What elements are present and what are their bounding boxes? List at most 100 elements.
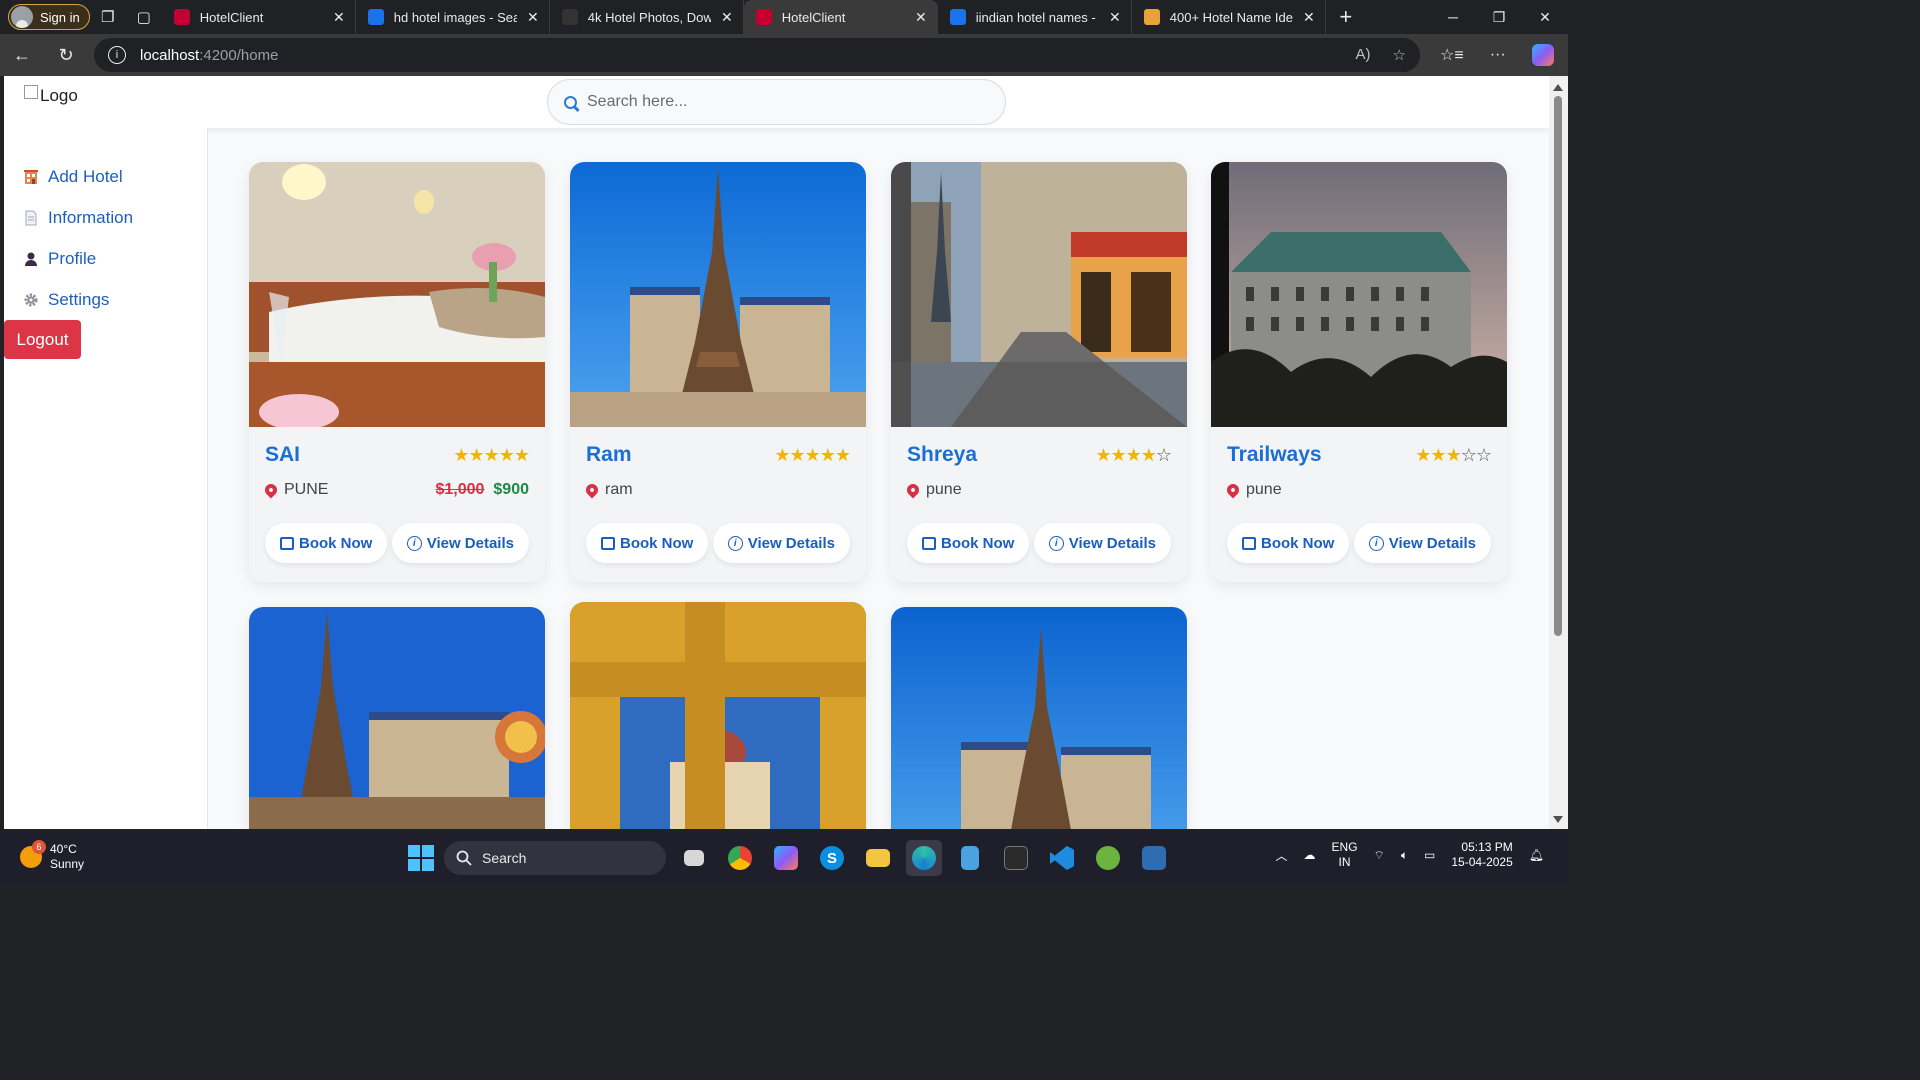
button-label: View Details [747,534,835,552]
minimize-icon[interactable]: ─ [1430,9,1476,26]
edge-icon[interactable] [906,840,942,876]
start-button[interactable] [408,845,434,871]
hotel-image[interactable] [249,162,545,427]
tab-title: 400+ Hotel Name Ideas [1169,9,1294,25]
book-now-button[interactable]: Book Now [1227,523,1350,563]
location-text: ram [605,481,633,498]
logo[interactable]: Logo [24,85,78,106]
scroll-up-icon[interactable] [1553,84,1563,91]
browser-tab[interactable]: iindian hotel names - Se ✕ [938,0,1132,34]
sidebar-item-settings[interactable]: Settings [4,279,207,320]
book-now-button[interactable]: Book Now [907,523,1030,563]
book-now-button[interactable]: Book Now [586,523,709,563]
new-tab-button[interactable]: + [1326,4,1366,30]
hotel-name[interactable]: Trailways [1227,443,1322,467]
file-explorer-icon[interactable] [860,840,896,876]
tab-favicon-icon [755,9,772,25]
button-label: Book Now [941,534,1015,552]
browser-tab[interactable]: HotelClient ✕ [162,0,356,34]
sidebar-item-add-hotel[interactable]: Add Hotel [4,156,207,197]
scroll-down-icon[interactable] [1553,816,1563,823]
wifi-icon[interactable]: ⌔ [1374,848,1385,863]
chrome-icon[interactable] [722,840,758,876]
taskbar-search[interactable]: Search [444,841,666,875]
tab-close-icon[interactable]: ✕ [915,9,927,26]
copilot-icon[interactable] [1531,44,1554,66]
scroll-thumb[interactable] [1554,96,1562,636]
spring-tool-icon[interactable] [1090,840,1126,876]
address-bar: ← ↻ i localhost:4200/home A) ☆ ☆≡ ··· [0,34,1568,76]
tab-close-icon[interactable]: ✕ [333,9,345,26]
gear-icon [23,292,39,308]
map-pin-icon [583,481,601,499]
remote-desktop-icon[interactable] [1136,840,1172,876]
tab-close-icon[interactable]: ✕ [1109,9,1121,26]
battery-icon[interactable]: ▭ [1424,848,1435,862]
copilot-app-icon[interactable] [768,840,804,876]
sidebar-item-information[interactable]: Information [4,197,207,238]
view-details-button[interactable]: i View Details [1033,523,1171,563]
browser-tab[interactable]: HotelClient ✕ [743,0,938,34]
notepad-icon[interactable] [952,840,988,876]
more-menu-icon[interactable]: ··· [1490,46,1506,64]
view-details-button[interactable]: i View Details [391,523,529,563]
onedrive-icon[interactable]: ☁ [1304,848,1316,862]
browser-tab[interactable]: hd hotel images - Search ✕ [356,0,550,34]
tab-close-icon[interactable]: ✕ [721,9,733,26]
hotel-image[interactable] [249,607,545,829]
calendar-icon [922,536,936,550]
logout-button[interactable]: Logout [4,320,81,359]
hotel-name[interactable]: SAI [265,443,300,467]
star-rating: ★★★☆☆ [1415,444,1492,465]
weather-widget[interactable]: 6 40°C Sunny [20,840,85,872]
view-details-button[interactable]: i View Details [712,523,850,563]
hotel-card: Trailways ★★★☆☆ pune Book Now i View Deta… [1211,162,1507,582]
hotel-image[interactable] [891,607,1187,829]
skype-icon[interactable]: S [814,840,850,876]
hotel-name[interactable]: Shreya [907,443,977,467]
page-scrollbar[interactable] [1549,76,1568,829]
system-tray: ︿ ☁ ENG IN ⌔ 🔈︎ ▭ 05:13 PM 15-04-2025 🔔︎ [1276,840,1544,870]
hotel-image[interactable] [1211,162,1507,427]
clock[interactable]: 05:13 PM 15-04-2025 [1451,840,1512,870]
volume-icon[interactable]: 🔈︎ [1401,848,1408,863]
book-now-button[interactable]: Book Now [265,523,388,563]
weather-desc: Sunny [50,857,85,871]
browser-tab[interactable]: 4k Hotel Photos, Download ✕ [550,0,744,34]
tab-title: hd hotel images - Search [393,9,518,25]
info-icon: i [406,535,422,551]
sidebar-item-profile[interactable]: Profile [4,238,207,279]
info-icon: i [727,535,743,551]
hotel-image[interactable] [891,162,1187,427]
favorite-star-icon[interactable]: ☆ [1393,46,1406,64]
task-view-icon[interactable] [676,840,712,876]
search-bar[interactable] [547,79,1006,125]
notifications-icon[interactable]: 🔔︎ [1529,848,1544,862]
browser-tab[interactable]: 400+ Hotel Name Ideas ✕ [1132,0,1326,34]
site-info-icon[interactable]: i [108,46,126,64]
hotel-name[interactable]: Ram [586,443,632,467]
hotel-image[interactable] [570,162,866,427]
close-window-icon[interactable]: ✕ [1522,9,1568,26]
notification-badge: 6 [32,840,46,854]
vscode-icon[interactable] [1044,840,1080,876]
search-input[interactable] [587,93,967,111]
tab-actions-icon[interactable]: ▢ [126,3,162,31]
signin-button[interactable]: Sign in [8,4,90,30]
hotel-image[interactable] [570,602,866,829]
favorites-icon[interactable]: ☆≡ [1440,45,1464,65]
refresh-icon[interactable]: ↻ [44,45,88,66]
tab-close-icon[interactable]: ✕ [527,9,539,26]
view-details-button[interactable]: i View Details [1353,523,1491,563]
back-icon[interactable]: ← [0,45,44,66]
hotel-card [570,602,866,829]
chevron-up-icon[interactable]: ︿ [1276,847,1288,864]
url-field[interactable]: i localhost:4200/home A) ☆ [94,38,1420,72]
language-indicator[interactable]: ENG IN [1332,840,1358,870]
workspaces-icon[interactable]: ❐ [90,3,126,31]
search-icon [564,95,577,109]
tab-close-icon[interactable]: ✕ [1303,9,1315,26]
restore-icon[interactable]: ❐ [1476,9,1522,26]
read-aloud-icon[interactable]: A) [1356,46,1371,64]
terminal-icon[interactable] [998,840,1034,876]
